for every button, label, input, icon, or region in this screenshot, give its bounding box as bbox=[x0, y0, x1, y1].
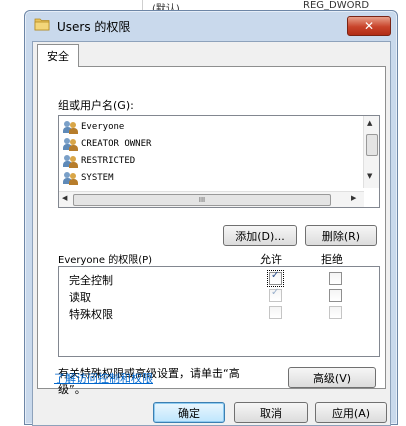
list-item-label: Everyone bbox=[81, 122, 125, 132]
cancel-button[interactable]: 取消 bbox=[234, 402, 308, 423]
scroll-up-icon[interactable]: ▲ bbox=[367, 119, 372, 127]
ok-button[interactable]: 确定 bbox=[153, 402, 225, 423]
user-group-icon bbox=[63, 120, 79, 134]
apply-button[interactable]: 应用(A) bbox=[315, 402, 387, 423]
security-tab-panel: 组或用户名(G): Everyone CREATOR OWNER RESTRIC… bbox=[37, 66, 386, 396]
close-icon: ✕ bbox=[363, 19, 375, 33]
tab-security[interactable]: 安全 bbox=[37, 44, 79, 67]
close-button[interactable]: ✕ bbox=[347, 16, 391, 36]
remove-button[interactable]: 删除(R) bbox=[305, 225, 377, 246]
title-bar[interactable]: Users 的权限 ✕ bbox=[25, 11, 397, 39]
list-item[interactable]: CREATOR OWNER bbox=[63, 136, 151, 152]
groups-label: 组或用户名(G): bbox=[58, 99, 134, 112]
scroll-thumb[interactable] bbox=[366, 134, 378, 156]
allow-special-checkbox[interactable] bbox=[269, 306, 282, 319]
permissions-dialog: Users 的权限 ✕ 安全 组或用户名(G): Everyone CREATO… bbox=[24, 10, 398, 426]
user-group-icon bbox=[63, 171, 79, 185]
allow-full-control-checkbox[interactable] bbox=[267, 270, 284, 287]
permissions-list: 完全控制 读取 特殊权限 bbox=[58, 266, 380, 357]
allow-column-header: 允许 bbox=[260, 253, 282, 266]
permission-name: 特殊权限 bbox=[69, 308, 113, 321]
user-group-icon bbox=[63, 137, 79, 151]
deny-read-checkbox[interactable] bbox=[329, 289, 342, 302]
list-item[interactable]: Everyone bbox=[63, 119, 124, 135]
scroll-thumb-grip[interactable]: III bbox=[73, 194, 331, 206]
scroll-down-icon[interactable]: ▼ bbox=[367, 172, 372, 180]
list-item[interactable]: SYSTEM bbox=[63, 170, 114, 186]
deny-special-checkbox[interactable] bbox=[329, 306, 342, 319]
folder-icon bbox=[34, 18, 50, 31]
window-title: Users 的权限 bbox=[57, 20, 131, 34]
list-item-label: CREATOR OWNER bbox=[81, 139, 152, 149]
deny-full-control-checkbox[interactable] bbox=[329, 272, 342, 285]
allow-read-checkbox[interactable] bbox=[269, 287, 282, 302]
advanced-button[interactable]: 高级(V) bbox=[288, 367, 376, 388]
list-item-label: SYSTEM bbox=[81, 173, 114, 183]
permissions-label: Everyone 的权限(P) bbox=[58, 255, 153, 266]
horizontal-scrollbar[interactable]: ◀ III ▶ bbox=[59, 191, 364, 207]
deny-column-header: 拒绝 bbox=[321, 253, 343, 266]
add-button[interactable]: 添加(D)... bbox=[223, 225, 297, 246]
permission-name: 读取 bbox=[69, 291, 91, 304]
list-item[interactable]: RESTRICTED bbox=[63, 153, 135, 169]
scroll-right-icon[interactable]: ▶ bbox=[351, 194, 356, 202]
scroll-left-icon[interactable]: ◀ bbox=[62, 194, 67, 202]
dialog-client-area: 安全 组或用户名(G): Everyone CREATOR OWNER REST… bbox=[32, 41, 391, 426]
groups-listbox[interactable]: Everyone CREATOR OWNER RESTRICTED SYSTEM… bbox=[58, 115, 380, 208]
list-item-label: RESTRICTED bbox=[81, 156, 136, 166]
help-link[interactable]: 了解访问控制和权限 bbox=[54, 370, 153, 386]
permission-name: 完全控制 bbox=[69, 274, 113, 287]
vertical-scrollbar[interactable]: ▲ ▼ bbox=[363, 116, 379, 188]
user-group-icon bbox=[63, 154, 79, 168]
